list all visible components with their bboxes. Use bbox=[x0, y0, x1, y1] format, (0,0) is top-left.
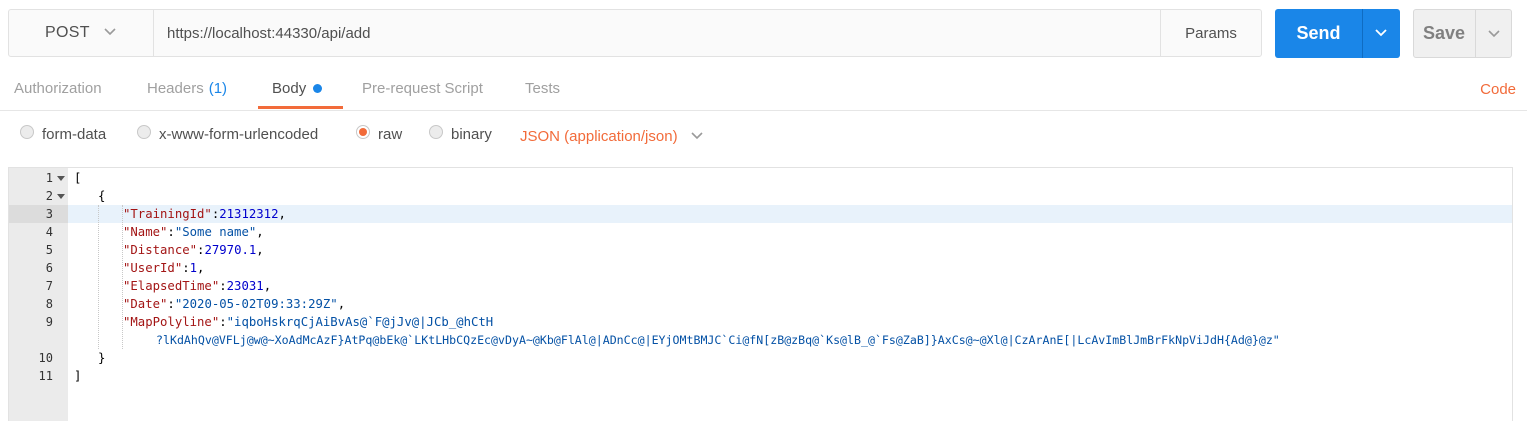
radio-selected-icon bbox=[356, 125, 370, 139]
chevron-down-icon bbox=[691, 132, 703, 140]
chevron-down-icon bbox=[1488, 30, 1500, 38]
radio-label: binary bbox=[451, 125, 492, 143]
code-line: "TrainingId":21312312, bbox=[123, 207, 286, 221]
tab-tests[interactable]: Tests bbox=[525, 67, 560, 110]
radio-form-data[interactable]: form-data bbox=[20, 114, 106, 154]
json-key: "Name" bbox=[123, 225, 168, 239]
code-line: ] bbox=[74, 369, 82, 383]
line-number: 6 bbox=[45, 261, 53, 275]
json-value: "iqboHskrqCjAiBvAs@`F@jJv@|JCb_@hCtH bbox=[226, 315, 494, 329]
tab-authorization[interactable]: Authorization bbox=[14, 67, 102, 110]
line-number: 8 bbox=[45, 297, 53, 311]
tab-label: Pre-request Script bbox=[362, 80, 483, 97]
code-line: [ bbox=[74, 171, 82, 185]
code-line: "Name":"Some name", bbox=[123, 225, 264, 239]
radio-circle-icon bbox=[20, 125, 34, 139]
radio-label: raw bbox=[378, 125, 403, 143]
tab-body[interactable]: Body bbox=[272, 67, 323, 110]
tab-label: Headers bbox=[147, 80, 204, 97]
line-number: 7 bbox=[45, 279, 53, 293]
code-line: } bbox=[98, 351, 106, 365]
json-key: "TrainingId" bbox=[123, 207, 212, 221]
fold-arrow-icon[interactable] bbox=[57, 176, 65, 181]
send-label: Send bbox=[1296, 23, 1341, 43]
line-number: 5 bbox=[45, 243, 53, 257]
json-key: "Distance" bbox=[123, 243, 198, 257]
request-tabs: Authorization Headers (1) Body Pre-reque… bbox=[0, 67, 1527, 111]
active-tab-indicator bbox=[258, 106, 343, 109]
radio-circle-icon bbox=[429, 125, 443, 139]
save-options-button[interactable] bbox=[1476, 10, 1512, 57]
json-value: 27970.1 bbox=[204, 243, 257, 257]
send-options-button[interactable] bbox=[1363, 9, 1400, 58]
json-value: "2020-05-02T09:33:29Z" bbox=[174, 297, 338, 311]
tab-pre-request-script[interactable]: Pre-request Script bbox=[362, 67, 483, 110]
tab-label: Authorization bbox=[14, 80, 102, 97]
json-key: "MapPolyline" bbox=[123, 315, 220, 329]
line-number: 10 bbox=[38, 351, 53, 365]
params-button[interactable]: Params bbox=[1160, 10, 1261, 56]
send-button[interactable]: Send bbox=[1275, 9, 1400, 58]
radio-circle-icon bbox=[137, 125, 151, 139]
chevron-down-icon bbox=[104, 28, 116, 36]
save-button[interactable]: Save bbox=[1413, 9, 1512, 58]
code-line: "Date":"2020-05-02T09:33:29Z", bbox=[123, 297, 346, 311]
line-number: 2 bbox=[45, 189, 53, 203]
line-number: 4 bbox=[45, 225, 53, 239]
code-line: "Distance":27970.1, bbox=[123, 243, 264, 257]
tab-headers[interactable]: Headers (1) bbox=[147, 67, 227, 110]
radio-binary[interactable]: binary bbox=[429, 114, 492, 154]
radio-label: x-www-form-urlencoded bbox=[159, 125, 319, 143]
body-type-radios: form-data x-www-form-urlencoded raw bina… bbox=[0, 114, 1527, 154]
body-editor[interactable]: 1 2 3 4 5 6 7 8 9 10 11 [ { "TrainingId"… bbox=[8, 167, 1513, 421]
save-label: Save bbox=[1422, 23, 1466, 43]
fold-arrow-icon[interactable] bbox=[57, 194, 65, 199]
method-select[interactable]: POST bbox=[9, 10, 154, 56]
radio-x-www-form-urlencoded[interactable]: x-www-form-urlencoded bbox=[137, 114, 318, 154]
json-key: "UserId" bbox=[123, 261, 183, 275]
code-link[interactable]: Code bbox=[1480, 67, 1516, 111]
line-number: 1 bbox=[45, 171, 53, 185]
indent-guide bbox=[98, 205, 99, 349]
code-line: "UserId":1, bbox=[123, 261, 205, 275]
json-key: "Date" bbox=[123, 297, 168, 311]
line-number: 9 bbox=[45, 315, 53, 329]
tab-label: Body bbox=[272, 80, 307, 97]
content-type-label: JSON (application/json) bbox=[520, 127, 678, 145]
chevron-down-icon bbox=[1375, 29, 1387, 37]
method-label: POST bbox=[45, 24, 90, 41]
request-bar: POST https://localhost:44330/api/add Par… bbox=[8, 9, 1262, 57]
code-line-wrapped: ?lKdAhQv@VFLj@w@~XoAdMcAzF}AtPq@bEk@`LKt… bbox=[156, 333, 1280, 347]
url-input[interactable]: https://localhost:44330/api/add bbox=[167, 10, 370, 56]
code-line: "ElapsedTime":23031, bbox=[123, 279, 272, 293]
line-number: 11 bbox=[38, 369, 53, 383]
json-value: 23031 bbox=[226, 279, 264, 293]
radio-raw[interactable]: raw bbox=[356, 114, 402, 154]
json-value: 21312312 bbox=[219, 207, 279, 221]
headers-count: (1) bbox=[208, 80, 228, 97]
content-type-select[interactable]: JSON (application/json) bbox=[520, 114, 704, 158]
code-line: { bbox=[98, 189, 106, 203]
json-value: 1 bbox=[189, 261, 198, 275]
line-number: 3 bbox=[45, 207, 53, 221]
json-key: "ElapsedTime" bbox=[123, 279, 220, 293]
tab-label: Tests bbox=[525, 80, 561, 97]
code-line: "MapPolyline":"iqboHskrqCjAiBvAs@`F@jJv@… bbox=[123, 315, 494, 329]
json-value: "Some name" bbox=[174, 225, 257, 239]
radio-label: form-data bbox=[42, 125, 107, 143]
modified-dot-icon bbox=[313, 84, 323, 93]
